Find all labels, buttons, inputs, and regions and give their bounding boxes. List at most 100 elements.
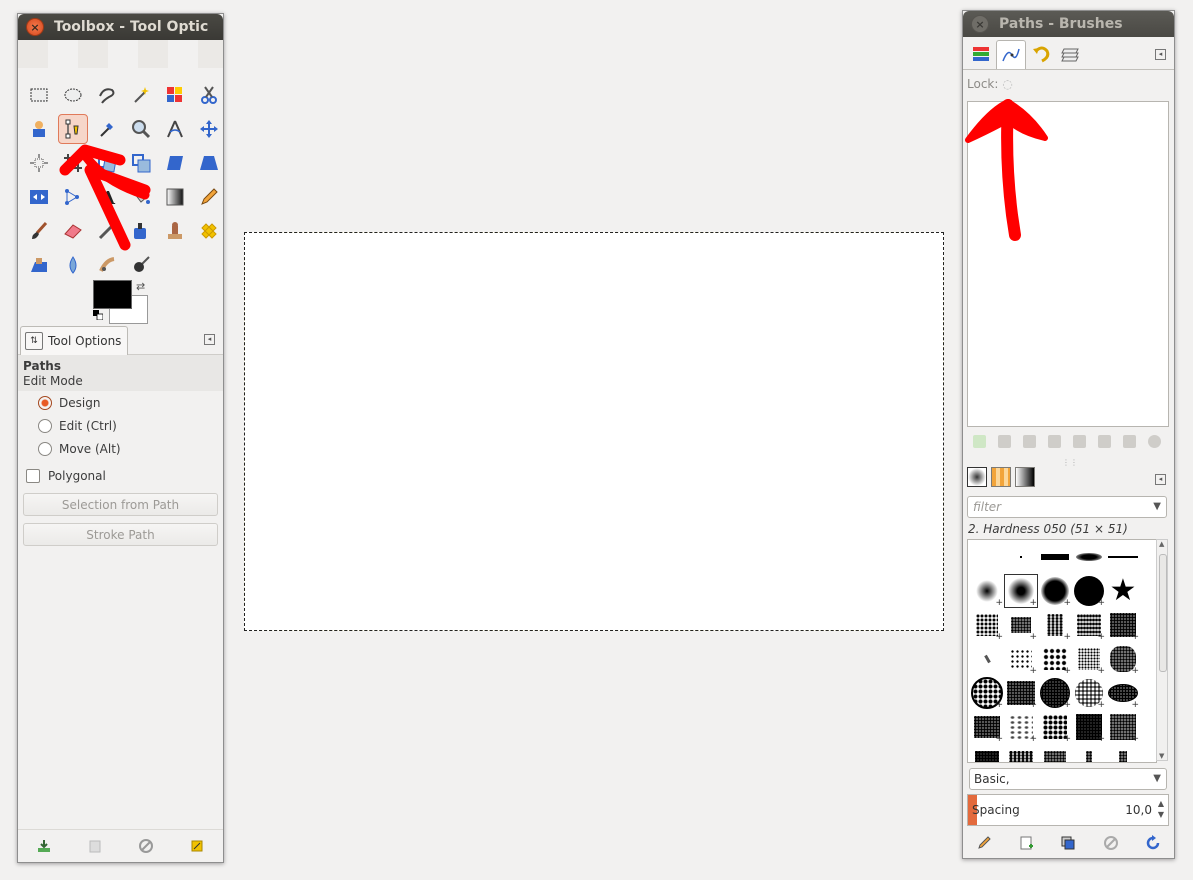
tab-tool-options[interactable]: ⇅ Tool Options [20,326,129,355]
brush-cell[interactable]: + [1038,608,1072,642]
delete-preset-icon[interactable] [138,838,154,854]
move-icon[interactable] [192,112,226,146]
close-icon[interactable]: × [26,18,44,36]
panel-menu-icon[interactable]: ◂ [1155,474,1166,485]
clone-icon[interactable] [158,214,192,248]
brush-grid[interactable]: + + + + ★ + + + + + + + + + + + + + + + … [967,539,1157,763]
brush-cell[interactable]: + [1106,710,1140,744]
brush-cell[interactable] [1004,744,1038,762]
pencil-icon[interactable] [192,180,226,214]
airbrush-icon[interactable] [90,214,124,248]
restore-preset-icon[interactable] [87,838,103,854]
brush-cell[interactable] [1106,540,1140,574]
stroke-path-button[interactable]: Stroke Path [23,523,218,546]
brush-cell[interactable] [1038,540,1072,574]
new-brush-icon[interactable] [1018,835,1034,851]
brush-cell[interactable]: + [1004,608,1038,642]
dodge-burn-icon[interactable] [124,248,158,282]
brush-cell[interactable]: + [1038,710,1072,744]
brush-cell[interactable]: + [1004,676,1038,710]
brush-cell[interactable]: + [1106,642,1140,676]
toolbox-titlebar[interactable]: × Toolbox - Tool Optic [18,14,223,40]
brush-cell[interactable] [970,642,1004,676]
refresh-brushes-icon[interactable] [1145,835,1161,851]
chevron-down-icon[interactable]: ▼ [1153,501,1161,512]
brush-cell[interactable]: + [970,574,1004,608]
brush-cell[interactable]: + [1072,710,1106,744]
brush-cell[interactable] [970,744,1004,762]
edit-brush-icon[interactable] [976,835,992,851]
reset-options-icon[interactable] [189,838,205,854]
eraser-icon[interactable] [56,214,90,248]
measure-icon[interactable] [158,112,192,146]
new-path-icon[interactable] [973,434,986,448]
select-by-color-icon[interactable] [158,78,192,112]
cage-transform-icon[interactable] [56,180,90,214]
ink-icon[interactable] [124,214,158,248]
perspective-icon[interactable] [192,146,226,180]
brush-cell[interactable]: ★ [1106,574,1140,608]
paths-tab-icon[interactable] [996,40,1026,69]
scrollbar-thumb[interactable] [1159,554,1167,672]
path-to-selection-icon[interactable] [1073,434,1086,448]
spacing-slider[interactable]: Spacing 10,0 ▲ ▼ [967,794,1169,826]
brush-cell[interactable] [970,540,1004,574]
brush-cell[interactable]: + [1072,676,1106,710]
brush-cell[interactable]: + [1004,710,1038,744]
polygonal-checkbox[interactable]: Polygonal [18,464,223,487]
rotate-icon[interactable] [90,146,124,180]
channels-tab-icon[interactable] [1056,39,1086,69]
brush-cell-selected[interactable]: + [1004,574,1038,608]
brush-cell[interactable]: + [970,710,1004,744]
paintbrush-icon[interactable] [22,214,56,248]
dock-titlebar[interactable]: × Paths - Brushes [963,11,1174,37]
scroll-down-icon[interactable]: ▼ [1159,752,1164,760]
duplicate-brush-icon[interactable] [1060,835,1076,851]
selection-from-path-button[interactable]: Selection from Path [23,493,218,516]
paths-tool-icon[interactable] [58,114,88,144]
lower-path-icon[interactable] [1023,434,1036,448]
delete-brush-icon[interactable] [1103,835,1119,851]
panel-menu-icon[interactable]: ◂ [204,334,215,345]
pane-split-handle[interactable]: ⋮⋮ [1062,458,1078,467]
brush-cell[interactable]: + [1072,642,1106,676]
smudge-icon[interactable] [90,248,124,282]
delete-path-icon[interactable] [1148,434,1161,448]
brush-cell[interactable]: + [1038,676,1072,710]
spin-arrows-icon[interactable]: ▲ ▼ [1158,798,1164,820]
zoom-icon[interactable] [124,112,158,146]
mode-design-radio[interactable]: Design [18,391,223,414]
layers-tab-icon[interactable] [966,39,996,69]
selection-to-path-icon[interactable] [1098,434,1111,448]
default-colors-icon[interactable] [93,310,103,320]
brush-preset-select[interactable]: Basic, ▼ [969,768,1167,790]
brush-filter-input[interactable]: filter ▼ [967,496,1167,518]
brush-cell[interactable]: + [1004,642,1038,676]
text-icon[interactable]: A [90,180,124,214]
brush-cell[interactable] [1106,744,1140,762]
mode-move-radio[interactable]: Move (Alt) [18,437,223,460]
brush-cell[interactable]: + [1072,608,1106,642]
brush-cell[interactable]: + [1106,676,1140,710]
save-preset-icon[interactable] [36,838,52,854]
brush-cell[interactable] [1004,540,1038,574]
fuzzy-select-icon[interactable] [124,78,158,112]
rect-select-icon[interactable] [22,78,56,112]
foreground-select-icon[interactable] [22,112,56,146]
lock-alpha-icon[interactable]: ◌ [1002,77,1012,91]
duplicate-path-icon[interactable] [1048,434,1061,448]
align-icon[interactable] [22,146,56,180]
ellipse-select-icon[interactable] [56,78,90,112]
brush-cell[interactable]: + [970,608,1004,642]
chevron-down-icon[interactable]: ▼ [1153,773,1161,784]
raise-path-icon[interactable] [998,434,1011,448]
scroll-up-icon[interactable]: ▲ [1159,540,1164,548]
bucket-fill-icon[interactable] [124,180,158,214]
foreground-color-swatch[interactable] [93,280,132,309]
gradients-tab-icon[interactable] [1015,467,1035,487]
paint-along-path-icon[interactable] [1123,434,1136,448]
undo-history-tab-icon[interactable] [1026,39,1056,69]
image-canvas[interactable] [244,232,944,631]
brush-cell[interactable] [1072,540,1106,574]
color-picker-icon[interactable] [90,112,124,146]
